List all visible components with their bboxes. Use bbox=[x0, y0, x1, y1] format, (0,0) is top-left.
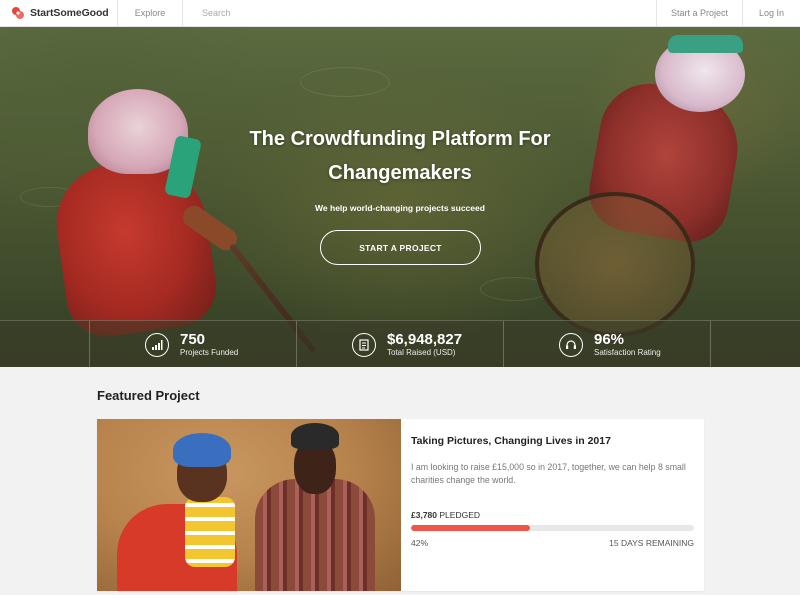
stat-label: Total Raised (USD) bbox=[387, 347, 456, 357]
stat-label: Satisfaction Rating bbox=[594, 347, 661, 357]
hero-figure-left bbox=[48, 152, 222, 342]
funded-percent: 42% bbox=[411, 538, 429, 548]
progress-bar bbox=[411, 525, 694, 531]
logo-icon bbox=[12, 7, 24, 19]
photo-person-right-shirt bbox=[255, 479, 375, 591]
bar-chart-icon bbox=[145, 332, 169, 357]
stat-value: $6,948,827 bbox=[387, 330, 463, 348]
pledge-info: £3,780 PLEDGED bbox=[411, 510, 694, 520]
stat-label: Projects Funded bbox=[180, 347, 239, 357]
stat-value: 750 bbox=[180, 330, 206, 348]
hero-figure-right-band bbox=[668, 35, 743, 53]
water-ripple bbox=[300, 67, 390, 97]
featured-project-card[interactable]: Taking Pictures, Changing Lives in 2017 … bbox=[97, 419, 704, 591]
stats-spacer bbox=[0, 321, 90, 367]
search-input[interactable]: Search bbox=[183, 0, 656, 27]
days-remaining: 15 DAYS REMAINING bbox=[609, 538, 694, 548]
headset-icon bbox=[559, 332, 583, 357]
login-link[interactable]: Log In bbox=[742, 0, 800, 27]
start-project-button[interactable]: START A PROJECT bbox=[320, 230, 481, 265]
pledged-amount: £3,780 bbox=[411, 510, 437, 520]
photo-person-left-headscarf bbox=[173, 433, 231, 467]
progress-bar-fill bbox=[411, 525, 530, 531]
project-meta: 42% 15 DAYS REMAINING bbox=[411, 538, 694, 548]
featured-heading: Featured Project bbox=[97, 388, 200, 403]
logo-text: StartSomeGood bbox=[30, 7, 109, 19]
hero-subtitle: We help world-changing projects succeed bbox=[315, 203, 485, 213]
project-description: I am looking to raise £15,000 so in 2017… bbox=[411, 462, 686, 485]
project-image[interactable] bbox=[97, 419, 401, 591]
receipt-icon bbox=[352, 332, 376, 357]
hero-basket bbox=[535, 192, 695, 337]
explore-link[interactable]: Explore bbox=[118, 0, 183, 27]
pledged-label: PLEDGED bbox=[439, 510, 480, 520]
hero-title: The Crowdfunding Platform For Changemake… bbox=[249, 128, 551, 184]
project-details: Taking Pictures, Changing Lives in 2017 … bbox=[401, 419, 704, 591]
stat-total-raised: $6,948,827 Total Raised (USD) bbox=[297, 321, 504, 368]
stat-projects-funded: 750 Projects Funded bbox=[90, 321, 297, 368]
hero-banner: The Crowdfunding Platform For Changemake… bbox=[0, 27, 800, 367]
project-title[interactable]: Taking Pictures, Changing Lives in 2017 bbox=[411, 435, 694, 447]
photo-person-left-shirt bbox=[185, 497, 235, 567]
stat-value: 96% bbox=[594, 330, 625, 348]
top-nav: StartSomeGood Explore Search Start a Pro… bbox=[0, 0, 800, 27]
photo-person-right-hat bbox=[291, 423, 339, 449]
logo[interactable]: StartSomeGood bbox=[0, 0, 118, 27]
start-project-link[interactable]: Start a Project bbox=[656, 0, 742, 27]
stat-satisfaction: 96% Satisfaction Rating bbox=[504, 321, 711, 368]
stats-bar: 750 Projects Funded $6,948,827 Total Rai… bbox=[0, 320, 800, 368]
